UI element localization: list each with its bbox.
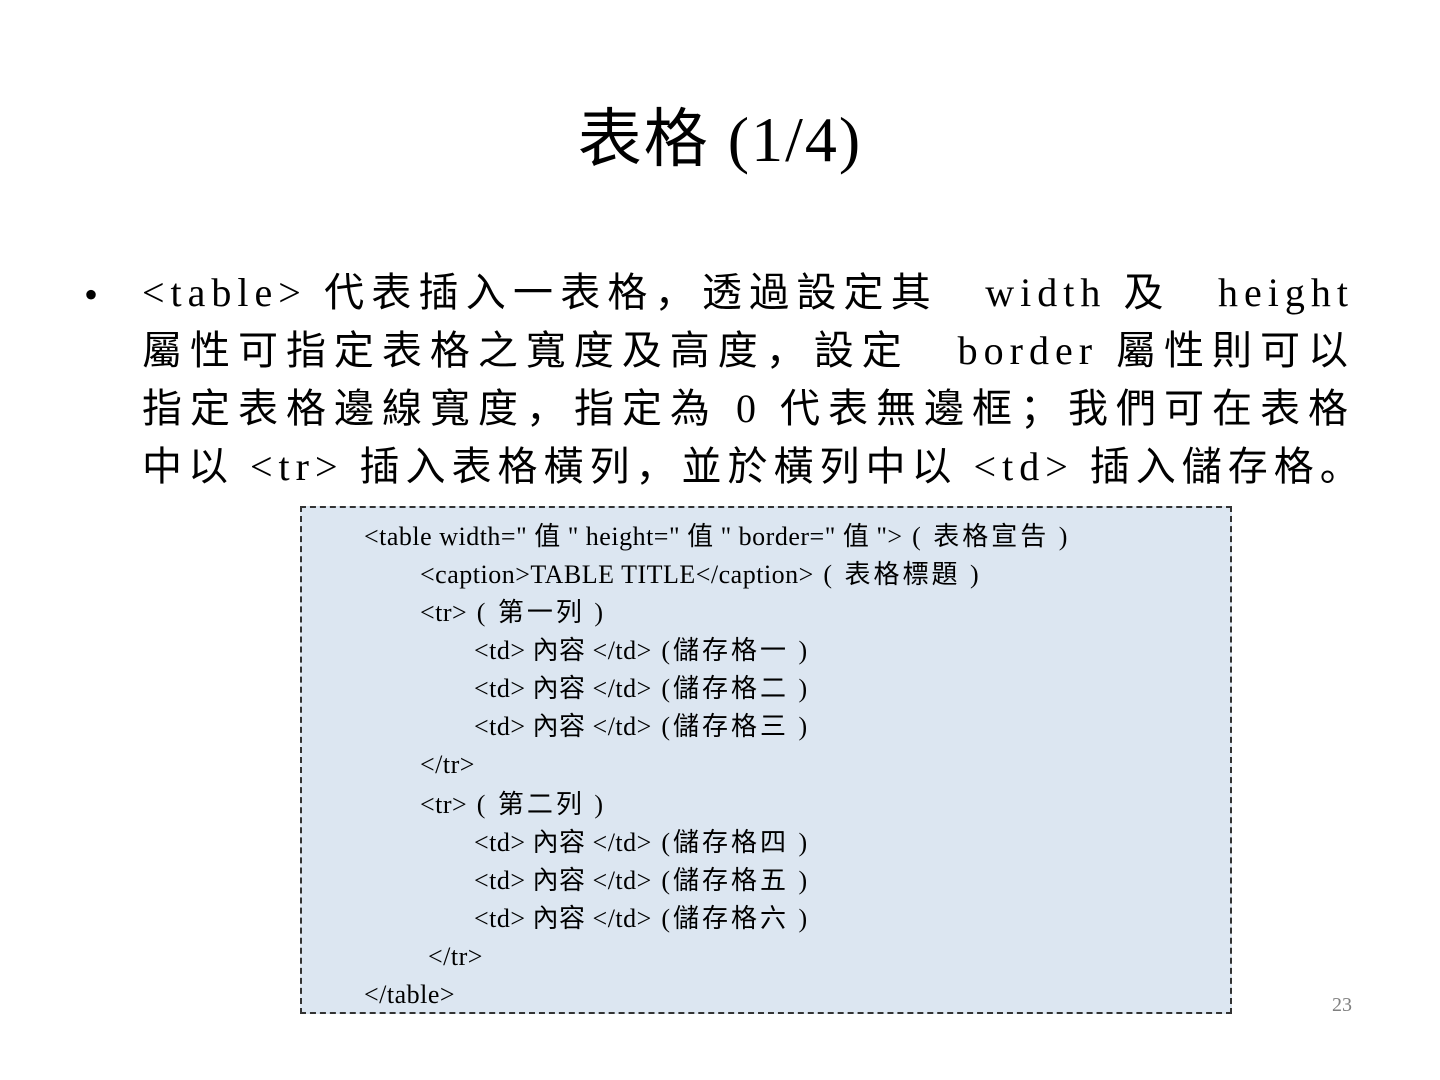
code-text: <caption>TABLE TITLE</caption> [420, 560, 814, 589]
code-line-tr-open-2: <tr> ( 第二列 ) [420, 788, 606, 822]
bullet-line-4: 中以 <tr> 插入表格橫列，並於橫列中以 <td> 插入儲存格。 [142, 444, 1366, 489]
code-example-box: <table width=" 值 " height=" 值 " border="… [300, 506, 1232, 1014]
code-line-td-2: <td> 內容 </td> (儲存格二 ) [474, 672, 810, 706]
code-line-tr-close-1: </tr> [420, 748, 475, 782]
code-line-td-1: <td> 內容 </td> (儲存格一 ) [474, 634, 810, 668]
code-line-tr-close-2: </tr> [428, 940, 483, 974]
code-note: ( 第二列 ) [467, 790, 607, 819]
code-text: <td> 內容 </td> [474, 828, 652, 857]
code-line-td-5: <td> 內容 </td> (儲存格五 ) [474, 864, 810, 898]
code-line-table-open: <table width=" 值 " height=" 值 " border="… [364, 520, 1070, 554]
bullet-paragraph: <table> 代表插入一表格，透過設定其 width 及 height 屬性可… [142, 266, 1382, 498]
code-text: <table width=" 值 " height=" 值 " border="… [364, 522, 903, 551]
code-line-td-6: <td> 內容 </td> (儲存格六 ) [474, 902, 810, 936]
code-note: (儲存格三 ) [651, 712, 811, 741]
code-text: <td> 內容 </td> [474, 904, 652, 933]
code-text: <td> 內容 </td> [474, 674, 652, 703]
code-note: (儲存格六 ) [651, 904, 811, 933]
code-note: ( 表格宣告 ) [902, 522, 1071, 551]
code-line-tr-open-1: <tr> ( 第一列 ) [420, 596, 606, 630]
slide-title: 表格 (1/4) [577, 104, 863, 175]
code-text: </tr> [428, 942, 483, 971]
code-text: </table> [364, 980, 456, 1009]
code-note: (儲存格五 ) [651, 866, 811, 895]
code-note: ( 第一列 ) [467, 598, 607, 627]
code-note: (儲存格二 ) [651, 674, 811, 703]
code-text: </tr> [420, 750, 475, 779]
bullet-line-3: 指定表格邊線寬度，指定為 0 代表無邊框；我們可在表格 [142, 386, 1354, 431]
code-text: <td> 內容 </td> [474, 866, 652, 895]
code-text: <tr> [420, 598, 468, 627]
code-line-table-close: </table> [364, 978, 455, 1012]
bullet-line-2: 屬性可指定表格之寬度及高度，設定 border 屬性則可以 [142, 328, 1354, 373]
code-note: ( 表格標題 ) [813, 560, 982, 589]
bullet-line-1: <table> 代表插入一表格，透過設定其 width 及 height [142, 270, 1354, 315]
code-note: (儲存格一 ) [651, 636, 811, 665]
code-line-caption: <caption>TABLE TITLE</caption> ( 表格標題 ) [420, 558, 982, 592]
code-note: (儲存格四 ) [651, 828, 811, 857]
code-line-td-3: <td> 內容 </td> (儲存格三 ) [474, 710, 810, 744]
page-number: 23 [1332, 994, 1352, 1016]
code-text: <td> 內容 </td> [474, 712, 652, 741]
code-line-td-4: <td> 內容 </td> (儲存格四 ) [474, 826, 810, 860]
bullet-icon: • [84, 272, 99, 317]
code-text: <tr> [420, 790, 468, 819]
code-text: <td> 內容 </td> [474, 636, 652, 665]
